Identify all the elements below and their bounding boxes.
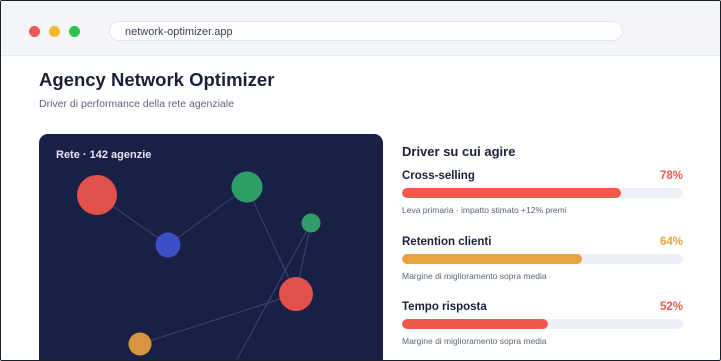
window-close-button[interactable] [29, 26, 40, 37]
driver-progress-fill [402, 188, 622, 198]
address-bar[interactable]: network-optimizer.app [109, 21, 623, 41]
network-link [139, 293, 297, 345]
page-title: Agency Network Optimizer [39, 69, 275, 90]
driver-progress-fill [402, 319, 549, 329]
driver-progress-track [402, 254, 683, 264]
driver-progress-fill [402, 254, 582, 264]
driver-tempo-risposta[interactable]: Tempo risposta 52% Margine di migliorame… [402, 301, 683, 360]
driver-percent: 78% [659, 170, 683, 182]
driver-percent: 64% [659, 236, 683, 248]
driver-progress-track [402, 319, 683, 329]
network-graph [77, 171, 321, 360]
page-subtitle: Driver di performance della rete agenzia… [39, 98, 234, 110]
driver-note: Margine di miglioramento sopra media [402, 271, 547, 281]
window-minimize-button[interactable] [49, 26, 60, 37]
network-node[interactable] [301, 213, 321, 233]
driver-cross-selling[interactable]: Cross-selling 78% Leva primaria · impatt… [402, 170, 683, 232]
driver-note: Margine di miglioramento sopra media [402, 336, 547, 346]
browser-titlebar: network-optimizer.app [1, 1, 720, 56]
network-node[interactable] [77, 175, 117, 215]
network-link [246, 186, 297, 295]
network-node[interactable] [279, 277, 313, 311]
network-title: Rete · 142 agenzie [56, 149, 152, 161]
driver-progress-track [402, 188, 683, 198]
driver-name: Cross-selling [402, 170, 475, 182]
driver-name: Tempo risposta [402, 301, 487, 313]
network-node[interactable] [231, 171, 263, 203]
drivers-title: Driver su cui agire [402, 144, 516, 159]
network-node[interactable] [155, 232, 181, 258]
network-node[interactable] [128, 332, 152, 356]
browser-window: network-optimizer.app Agency Network Opt… [0, 0, 721, 361]
network-map-card: Rete · 142 agenzie [39, 134, 383, 360]
driver-percent: 52% [659, 301, 683, 313]
window-maximize-button[interactable] [69, 26, 80, 37]
driver-note: Leva primaria · impatto stimato +12% pre… [402, 205, 567, 215]
driver-retention-clienti[interactable]: Retention clienti 64% Margine di miglior… [402, 236, 683, 298]
driver-name: Retention clienti [402, 236, 492, 248]
